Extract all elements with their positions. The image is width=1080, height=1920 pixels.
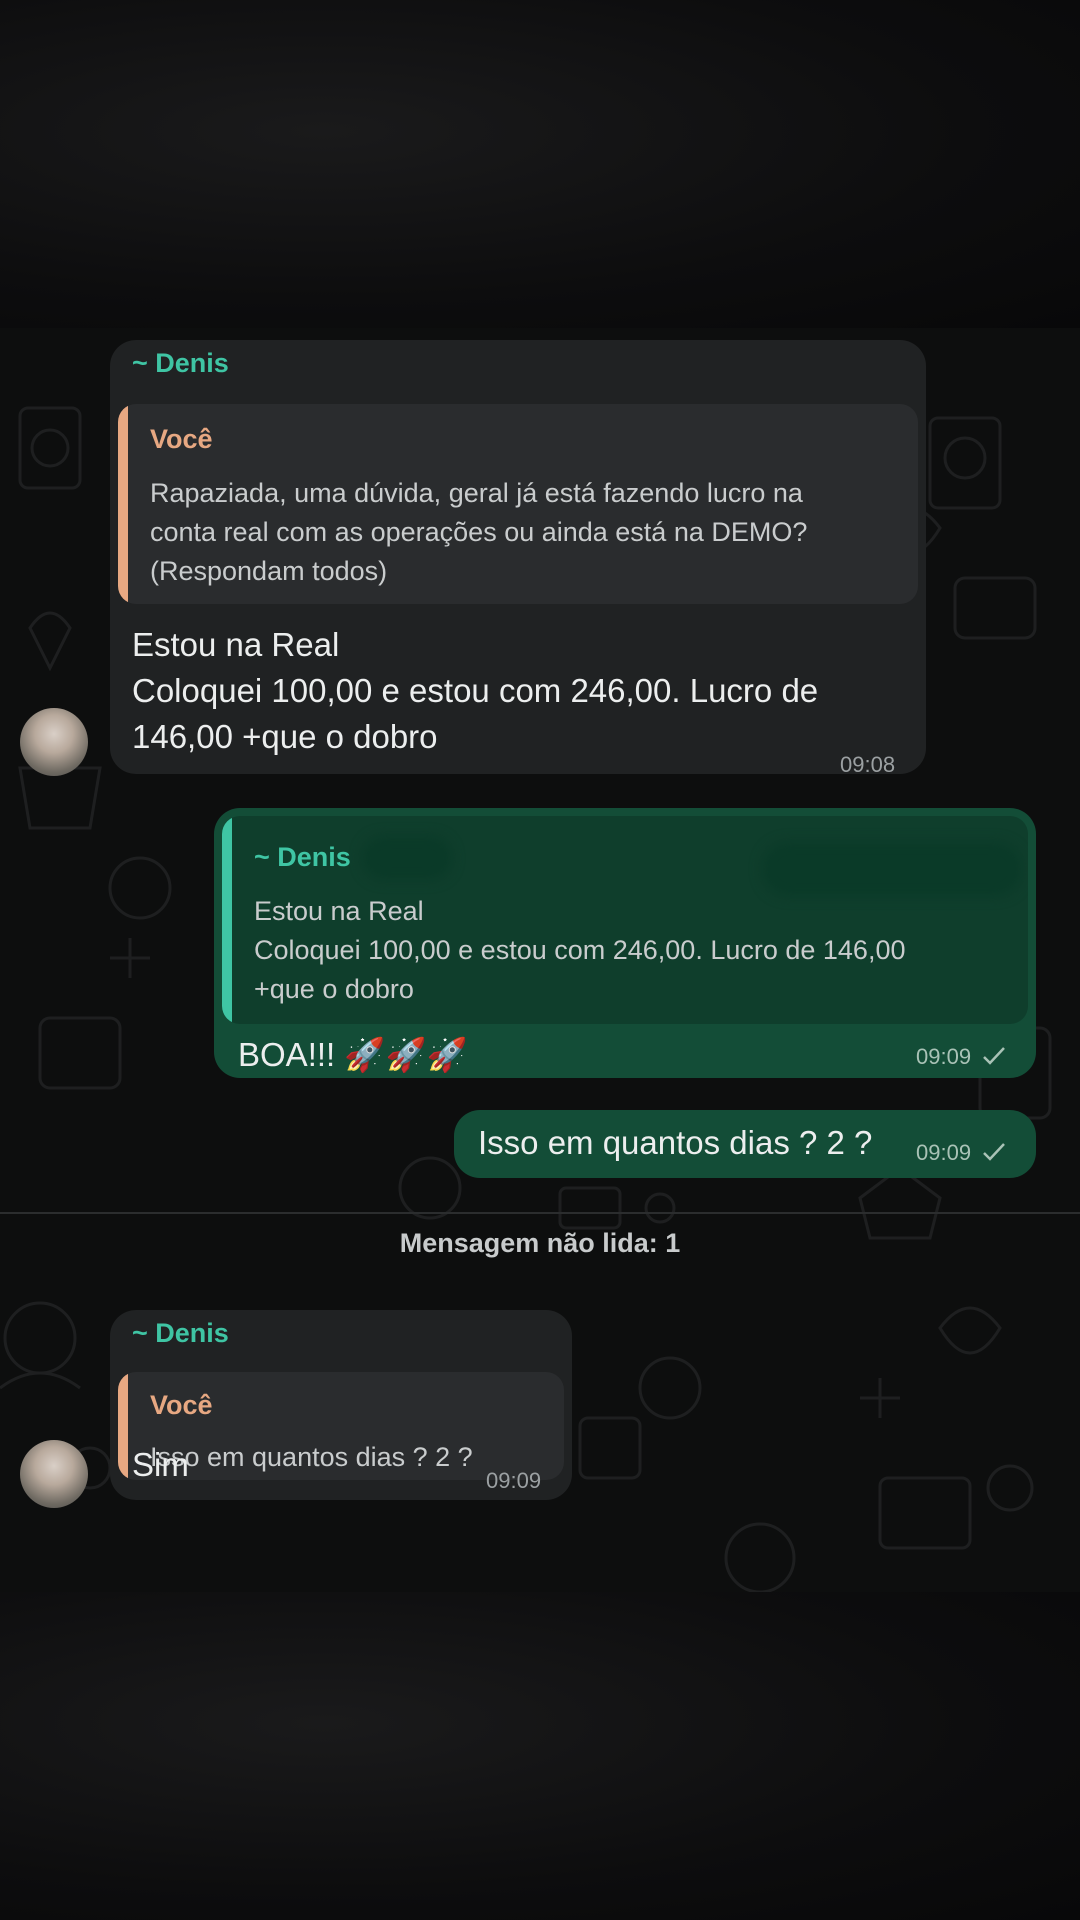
quote-author: Você [150, 1390, 213, 1420]
message-time: 09:09 [486, 1468, 542, 1493]
quote-bar [118, 404, 128, 604]
sent-check-icon [983, 1047, 1005, 1065]
message-time: 09:09 [916, 1044, 972, 1069]
quoted-message[interactable]: ~ Denis Estou na Real Coloquei 100,00 e … [222, 816, 1028, 1024]
sent-check-icon [983, 1143, 1005, 1161]
sender-name[interactable]: ~ Denis [132, 348, 229, 379]
message-text: BOA!!! 🚀🚀🚀 [238, 1036, 468, 1073]
unread-messages-label: Mensagem não lida: 1 [399, 1228, 681, 1258]
quote-author: Você [150, 424, 213, 454]
redacted-area [762, 842, 1022, 896]
message-bubble-incoming[interactable]: ~ Denis Você Rapaziada, uma dúvida, gera… [110, 340, 926, 777]
quote-text: Rapaziada, uma dúvida, geral já está faz… [150, 478, 808, 586]
avatar[interactable] [20, 1440, 88, 1508]
quote-text: Isso em quantos dias ? 2 ? [150, 1442, 473, 1472]
quote-text: Estou na Real Coloquei 100,00 e estou co… [254, 896, 906, 1004]
blurred-bottom-area [0, 1592, 1080, 1920]
sender-name[interactable]: ~ Denis [132, 1318, 229, 1349]
message-bubble-incoming[interactable]: ~ Denis Você Isso em quantos dias ? 2 ? … [110, 1310, 572, 1500]
message-time: 09:08 [840, 752, 896, 777]
message-text: Sim [132, 1446, 189, 1483]
message-text: Estou na Real Coloquei 100,00 e estou co… [132, 626, 819, 755]
unread-divider-line [0, 1212, 1080, 1214]
quote-author: ~ Denis [254, 842, 351, 872]
message-bubble-outgoing[interactable]: Isso em quantos dias ? 2 ? 09:09 [454, 1110, 1036, 1178]
blurred-top-area [0, 0, 1080, 328]
avatar[interactable] [20, 708, 88, 776]
message-bubble-outgoing[interactable]: ~ Denis Estou na Real Coloquei 100,00 e … [214, 808, 1036, 1078]
redacted-area [362, 836, 452, 880]
quoted-message[interactable]: Você Rapaziada, uma dúvida, geral já est… [118, 404, 918, 604]
quote-bar [222, 816, 232, 1024]
quote-bar [118, 1372, 128, 1480]
message-time: 09:09 [916, 1140, 972, 1165]
message-text: Isso em quantos dias ? 2 ? [478, 1124, 873, 1161]
chat-area[interactable]: ~ Denis Você Rapaziada, uma dúvida, gera… [0, 328, 1080, 1592]
